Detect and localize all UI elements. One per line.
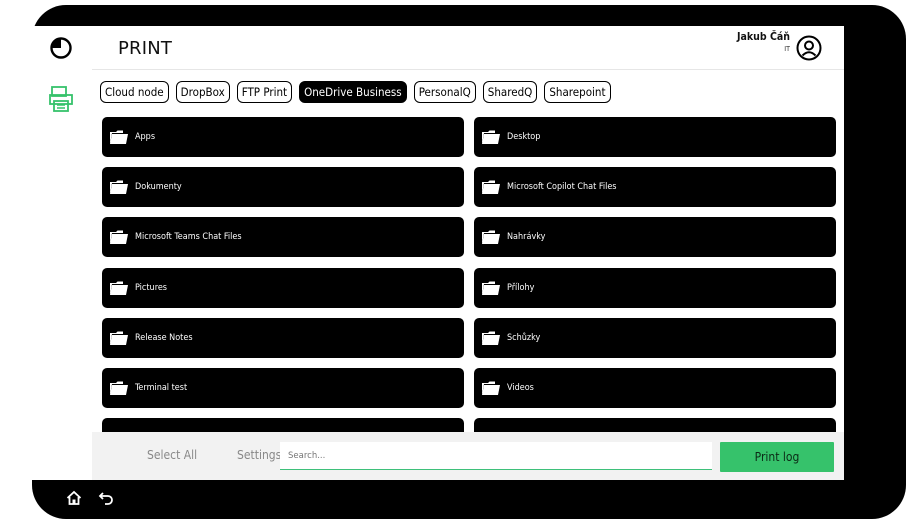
folder-name: Nahrávky bbox=[507, 232, 546, 242]
folder-name: Videos bbox=[507, 383, 534, 393]
tab-personalq[interactable]: PersonalQ bbox=[413, 81, 476, 103]
folder-icon bbox=[110, 281, 128, 295]
folder-name: Microsoft Teams Chat Files bbox=[135, 232, 242, 242]
settings-button[interactable]: Settings bbox=[237, 448, 281, 462]
footer-toolbar: Select All Settings Print log bbox=[92, 432, 844, 480]
folder-item[interactable]: Microsoft Teams Chat Files bbox=[102, 217, 464, 257]
tab-sharedq[interactable]: SharedQ bbox=[482, 81, 538, 103]
header: PRINT Jakub Čáň IT bbox=[92, 26, 844, 70]
folder-icon bbox=[482, 180, 500, 194]
folder-item[interactable]: Dokumenty bbox=[102, 167, 464, 207]
folder-name: Přílohy bbox=[507, 283, 535, 293]
folder-item[interactable]: Pictures bbox=[102, 268, 464, 308]
tab-onedrive-business[interactable]: OneDrive Business bbox=[299, 81, 407, 103]
folder-icon bbox=[482, 281, 500, 295]
folder-name: Terminal test bbox=[135, 383, 188, 393]
print-icon bbox=[48, 84, 74, 114]
folder-icon bbox=[482, 331, 500, 345]
tab-cloud-node[interactable]: Cloud node bbox=[100, 81, 169, 103]
sidebar-item-label: COPY bbox=[49, 242, 73, 252]
folder-item[interactable]: Videos bbox=[474, 368, 836, 408]
tab-dropbox[interactable]: DropBox bbox=[175, 81, 230, 103]
sidebar-item-label: PRINT bbox=[48, 114, 74, 124]
folder-item[interactable]: Desktop bbox=[474, 117, 836, 157]
logout-icon bbox=[48, 416, 74, 446]
sidebar-item-scan[interactable]: SCAN bbox=[30, 148, 92, 204]
folder-icon bbox=[110, 130, 128, 144]
device-icon bbox=[48, 274, 74, 304]
tab-ftp-print[interactable]: FTP Print bbox=[236, 81, 293, 103]
search-input[interactable] bbox=[286, 449, 712, 462]
sidebar-item-label: LOGOUT bbox=[43, 446, 79, 456]
sidebar-item-label: DEVICE bbox=[45, 304, 77, 314]
scan-icon bbox=[48, 148, 74, 178]
folder-name: Release Notes bbox=[135, 333, 193, 343]
folder-item[interactable]: Schůzky bbox=[474, 318, 836, 358]
user-role: IT bbox=[784, 45, 790, 53]
print-log-button[interactable]: Print log bbox=[720, 442, 834, 472]
avatar-icon[interactable] bbox=[796, 35, 822, 61]
folder-icon bbox=[482, 381, 500, 395]
folder-icon bbox=[482, 230, 500, 244]
folder-icon bbox=[110, 230, 128, 244]
folder-item[interactable]: Microsoft Copilot Chat Files bbox=[474, 167, 836, 207]
user-info: Jakub Čáň IT bbox=[737, 31, 790, 53]
folder-icon bbox=[110, 331, 128, 345]
copy-icon bbox=[48, 212, 74, 242]
folder-name: Schůzky bbox=[507, 333, 541, 343]
sidebar-item-device[interactable]: DEVICE bbox=[30, 274, 92, 330]
app-logo[interactable] bbox=[30, 26, 92, 70]
folder-name: Microsoft Copilot Chat Files bbox=[507, 182, 617, 192]
folder-icon bbox=[110, 180, 128, 194]
folder-icon bbox=[482, 130, 500, 144]
select-all-button[interactable]: Select All bbox=[147, 448, 197, 462]
folder-name: Dokumenty bbox=[135, 182, 182, 192]
sidebar-item-print[interactable]: PRINT bbox=[30, 84, 92, 140]
back-icon[interactable] bbox=[98, 490, 114, 506]
folder-item[interactable]: Release Notes bbox=[102, 318, 464, 358]
folder-item[interactable] bbox=[474, 418, 836, 432]
main-content: Cloud node DropBox FTP Print OneDrive Bu… bbox=[92, 70, 844, 432]
folder-item[interactable]: Apps bbox=[102, 117, 464, 157]
tab-sharepoint[interactable]: Sharepoint bbox=[544, 81, 611, 103]
folder-item[interactable] bbox=[102, 418, 464, 432]
sidebar-item-copy[interactable]: COPY bbox=[30, 212, 92, 268]
storage-tabs: Cloud node DropBox FTP Print OneDrive Bu… bbox=[100, 81, 611, 103]
folder-name: Desktop bbox=[507, 132, 541, 142]
logo-icon bbox=[50, 37, 72, 59]
page-title: PRINT bbox=[118, 38, 173, 59]
user-name: Jakub Čáň bbox=[737, 31, 790, 43]
folder-name: Apps bbox=[135, 132, 156, 142]
folder-item[interactable]: Terminal test bbox=[102, 368, 464, 408]
folder-icon bbox=[110, 381, 128, 395]
search-field[interactable] bbox=[280, 442, 712, 470]
sidebar-item-label: SCAN bbox=[49, 178, 73, 188]
system-bar bbox=[66, 488, 114, 508]
home-icon[interactable] bbox=[66, 490, 82, 506]
folder-item[interactable]: Přílohy bbox=[474, 268, 836, 308]
folder-item[interactable]: Nahrávky bbox=[474, 217, 836, 257]
folder-name: Pictures bbox=[135, 283, 168, 293]
sidebar-item-logout[interactable]: LOGOUT bbox=[30, 416, 92, 472]
